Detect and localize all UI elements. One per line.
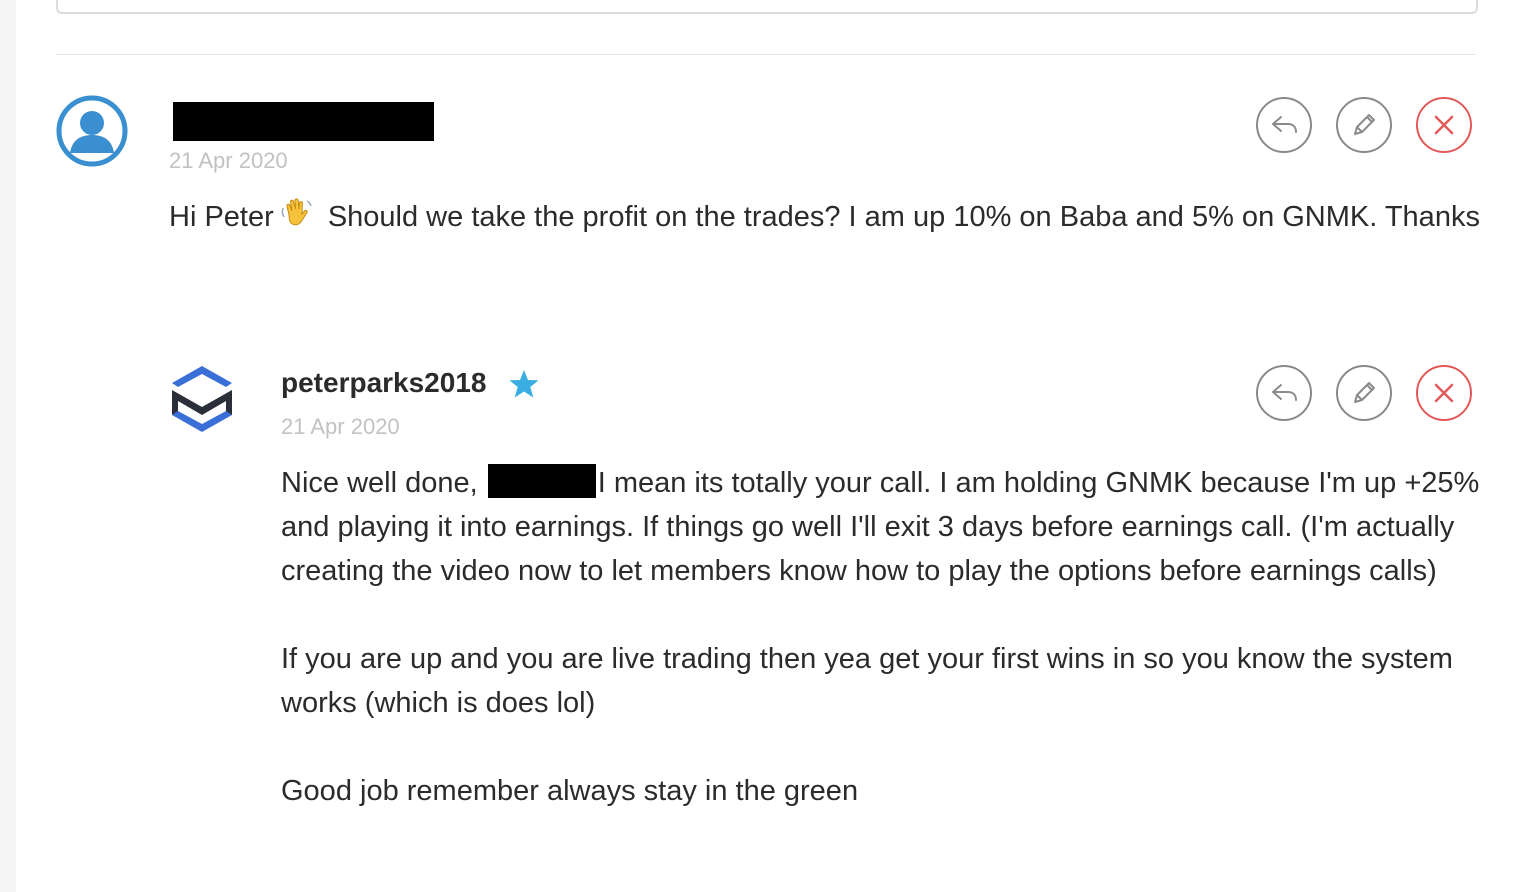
brand-logo-icon xyxy=(166,362,238,436)
comment-body-greeting: Hi Peter xyxy=(169,201,274,233)
comment-author: peterparks2018 xyxy=(281,367,487,398)
comment-date: 21 Apr 2020 xyxy=(169,148,288,173)
reply-icon xyxy=(1272,384,1297,401)
comment-body-paragraph: Good job remember always stay in the gre… xyxy=(281,775,859,807)
edit-button[interactable] xyxy=(1336,97,1392,153)
edit-icon xyxy=(1354,382,1375,403)
comment-body-part: Nice well done, xyxy=(281,467,478,499)
comment-body: Nice well done, I mean its totally your … xyxy=(281,461,1481,813)
edit-button[interactable] xyxy=(1336,365,1392,421)
comment-body-text: Should we take the profit on the trades?… xyxy=(327,201,1480,233)
redacted-author-name xyxy=(173,102,434,141)
reply-button[interactable] xyxy=(1256,365,1312,421)
reply-icon xyxy=(1272,116,1297,133)
waving-hand-icon xyxy=(280,196,314,230)
comment-body-paragraph: If you are up and you are live trading t… xyxy=(281,643,1453,719)
star-icon xyxy=(509,370,539,398)
user-avatar-icon xyxy=(56,95,128,167)
comment-body: Hi Peter Should we take the profit on th… xyxy=(169,195,1499,239)
comment-input-box[interactable] xyxy=(56,0,1478,14)
divider xyxy=(56,54,1476,55)
comment-date: 21 Apr 2020 xyxy=(281,414,400,439)
delete-button[interactable] xyxy=(1416,365,1472,421)
redacted-name xyxy=(487,464,596,498)
close-icon xyxy=(1434,115,1454,135)
delete-button[interactable] xyxy=(1416,97,1472,153)
comments-panel: 21 Apr 2020 Hi Peter Should we take the … xyxy=(16,0,1514,892)
edit-icon xyxy=(1354,114,1375,135)
close-icon xyxy=(1434,383,1454,403)
reply-button[interactable] xyxy=(1256,97,1312,153)
